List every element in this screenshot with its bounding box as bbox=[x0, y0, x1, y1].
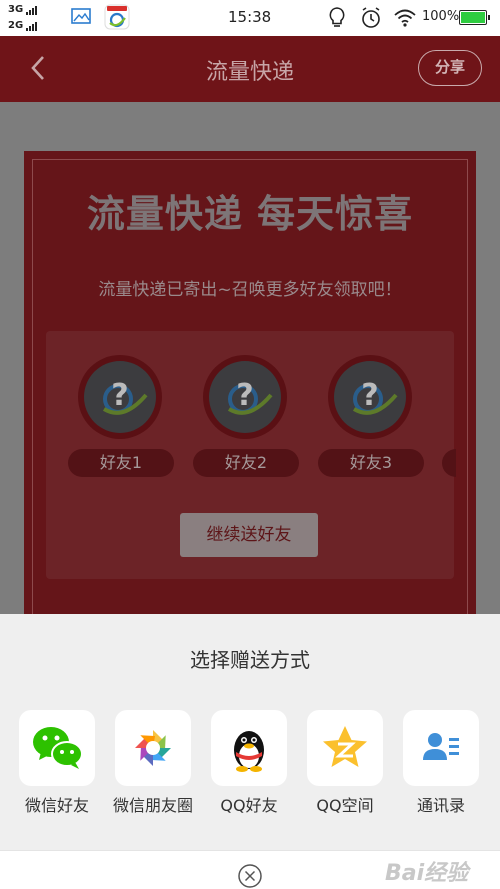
contacts-icon bbox=[423, 733, 459, 760]
wechat-icon bbox=[33, 727, 83, 769]
qq-icon bbox=[234, 731, 264, 772]
gallery-icon bbox=[71, 8, 91, 24]
signal-3g: 3G bbox=[8, 4, 38, 15]
option-tile bbox=[211, 710, 287, 786]
signal-3g-label: 3G bbox=[8, 4, 24, 15]
friend-avatar: ? bbox=[203, 355, 287, 439]
option-tile bbox=[307, 710, 383, 786]
wechat-moments-icon bbox=[135, 730, 171, 766]
signal-2g-label: 2G bbox=[8, 20, 24, 31]
clock: 15:38 bbox=[228, 8, 272, 26]
share-option-wechat[interactable]: 微信好友 bbox=[11, 710, 103, 816]
friend-slot-3[interactable]: ? 好友3 bbox=[318, 355, 426, 477]
friend-label: 好友3 bbox=[318, 449, 424, 477]
app-notification-icon bbox=[104, 4, 130, 30]
bulb-icon bbox=[329, 7, 345, 27]
option-label: 微信好友 bbox=[24, 796, 89, 815]
signal-bars-icon bbox=[26, 5, 38, 15]
option-label: QQ空间 bbox=[316, 796, 374, 815]
friend-avatar: ? bbox=[78, 355, 162, 439]
unknown-mark: ? bbox=[236, 378, 254, 413]
express-card: 流量快递 每天惊喜 流量快递已寄出~召唤更多好友领取吧！ ? 好友1 ? 好友2… bbox=[24, 151, 476, 641]
option-tile bbox=[403, 710, 479, 786]
option-tile bbox=[115, 710, 191, 786]
friend-label: 好友2 bbox=[193, 449, 299, 477]
share-sheet: 选择赠送方式 微信好友 微信朋友圈 QQ好友 QQ空间 通讯录 Bai经验 bbox=[0, 614, 500, 889]
friend-avatar: ? bbox=[328, 355, 412, 439]
signal-bars-icon bbox=[26, 21, 38, 31]
watermark-logo: Bai经验 bbox=[385, 861, 469, 886]
share-option-qq[interactable]: QQ好友 bbox=[203, 710, 295, 816]
friends-panel: ? 好友1 ? 好友2 ? 好友3 继续送好友 bbox=[46, 331, 456, 579]
signal-2g: 2G bbox=[8, 20, 38, 31]
unknown-mark: ? bbox=[111, 378, 129, 413]
friend-slot-2[interactable]: ? 好友2 bbox=[193, 355, 301, 477]
status-bar: 3G 2G 15:38 100% bbox=[0, 0, 500, 36]
sheet-title: 选择赠送方式 bbox=[190, 648, 310, 672]
friend-label: 好友1 bbox=[68, 449, 174, 477]
share-option-contacts[interactable]: 通讯录 bbox=[395, 710, 487, 816]
battery-percent: 100% bbox=[422, 9, 460, 24]
share-option-qzone[interactable]: QQ空间 bbox=[299, 710, 391, 816]
nav-bar: 流量快递 分享 bbox=[0, 36, 500, 102]
next-friend-pill-edge bbox=[442, 449, 456, 477]
friend-slot-1[interactable]: ? 好友1 bbox=[68, 355, 176, 477]
wifi-icon bbox=[394, 9, 416, 27]
sheet-footer: Bai经验 bbox=[0, 850, 500, 889]
battery-icon bbox=[459, 10, 490, 25]
qzone-icon bbox=[323, 726, 367, 767]
option-label: QQ好友 bbox=[220, 796, 278, 815]
option-label: 微信朋友圈 bbox=[112, 796, 193, 815]
close-icon[interactable] bbox=[237, 863, 263, 889]
continue-send-button[interactable]: 继续送好友 bbox=[180, 513, 318, 557]
share-option-wechat-moments[interactable]: 微信朋友圈 bbox=[107, 710, 199, 816]
share-button[interactable]: 分享 bbox=[418, 50, 482, 86]
alarm-icon bbox=[362, 7, 380, 28]
unknown-mark: ? bbox=[361, 378, 379, 413]
option-tile bbox=[19, 710, 95, 786]
card-subtitle: 流量快递已寄出~召唤更多好友领取吧！ bbox=[98, 280, 402, 300]
option-label: 通讯录 bbox=[416, 796, 465, 815]
card-headline: 流量快递 每天惊喜 bbox=[86, 192, 414, 236]
